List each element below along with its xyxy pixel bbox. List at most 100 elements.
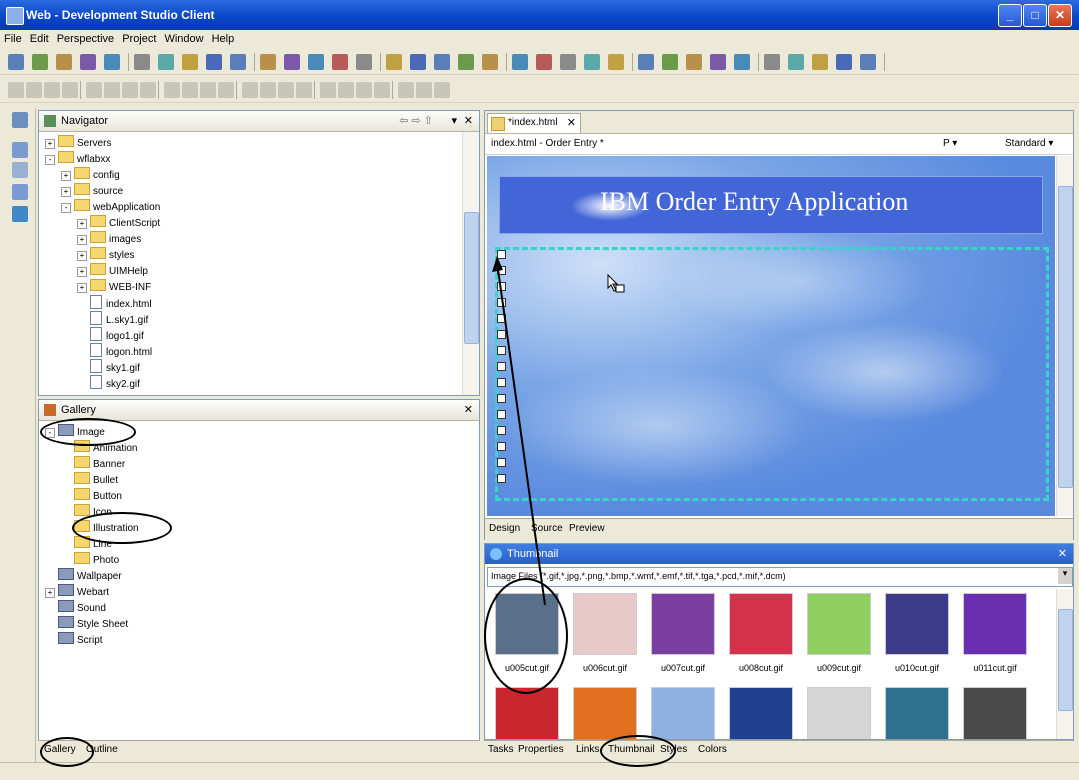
bullet-image[interactable]	[497, 314, 506, 323]
gallery-item[interactable]: - Image	[45, 424, 105, 438]
thumbnail-scrollbar[interactable]	[1056, 589, 1073, 739]
bullet-image[interactable]	[497, 378, 506, 387]
expand-toggle-icon[interactable]: +	[61, 187, 71, 197]
expand-toggle-icon[interactable]: +	[77, 267, 87, 277]
bullet-image[interactable]	[497, 410, 506, 419]
format-button-icon[interactable]	[62, 82, 78, 98]
navigator-scroll-thumb[interactable]	[464, 212, 479, 344]
format-button-icon[interactable]	[398, 82, 414, 98]
format-button-icon[interactable]	[26, 82, 42, 98]
toolbar-button-icon[interactable]	[134, 54, 150, 70]
expand-toggle-icon[interactable]: -	[45, 428, 55, 438]
navigator-item[interactable]: logo1.gif	[77, 327, 144, 342]
toolbar-button-icon[interactable]	[260, 54, 276, 70]
thumbnail-item[interactable]	[881, 687, 953, 739]
format-button-icon[interactable]	[218, 82, 234, 98]
navigator-item[interactable]: sky2.gif	[77, 375, 140, 390]
toolbar-button-icon[interactable]	[32, 54, 48, 70]
format-button-icon[interactable]	[260, 82, 276, 98]
bullet-image[interactable]	[497, 282, 506, 291]
gallery-item[interactable]: Illustration	[61, 520, 139, 534]
close-gallery-icon[interactable]: ✕	[464, 403, 473, 416]
thumbnail-item[interactable]	[959, 687, 1031, 739]
bullet-image[interactable]	[497, 458, 506, 467]
toolbar-button-icon[interactable]	[8, 54, 24, 70]
navigator-item[interactable]: index.html	[77, 295, 152, 310]
back-icon[interactable]: ⇦ ⇨ ⇧	[399, 114, 433, 127]
drop-table[interactable]	[495, 247, 1049, 501]
tab-links[interactable]: Links	[576, 744, 599, 755]
data-icon[interactable]	[12, 162, 28, 178]
file-filter-select[interactable]: Image Files (*.gif,*.jpg,*.png,*.bmp,*.w…	[487, 567, 1073, 587]
chevron-down-icon[interactable]: ▾	[1058, 568, 1072, 584]
toolbar-button-icon[interactable]	[308, 54, 324, 70]
menu-project[interactable]: Project	[118, 30, 160, 45]
format-button-icon[interactable]	[8, 82, 24, 98]
thumbnail-item[interactable]	[491, 687, 563, 739]
thumbnail-item[interactable]: u009cut.gif	[803, 593, 875, 673]
thumbnail-item[interactable]: u006cut.gif	[569, 593, 641, 673]
toolbar-button-icon[interactable]	[284, 54, 300, 70]
editor-scrollbar[interactable]	[1056, 156, 1073, 516]
expand-toggle-icon[interactable]: -	[45, 155, 55, 165]
thumbnail-item[interactable]: u008cut.gif	[725, 593, 797, 673]
format-button-icon[interactable]	[434, 82, 450, 98]
paragraph-format-select[interactable]: P ▾	[943, 138, 957, 149]
tab-index-html[interactable]: *index.html ✕	[487, 113, 581, 133]
format-button-icon[interactable]	[296, 82, 312, 98]
toolbar-button-icon[interactable]	[434, 54, 450, 70]
bullet-image[interactable]	[497, 426, 506, 435]
format-button-icon[interactable]	[86, 82, 102, 98]
expand-toggle-icon[interactable]: +	[77, 283, 87, 293]
tab-preview[interactable]: Preview	[569, 523, 605, 534]
toolbar-button-icon[interactable]	[638, 54, 654, 70]
thumbnail-item[interactable]: u005cut.gif	[491, 593, 563, 673]
gallery-item[interactable]: + Webart	[45, 584, 109, 598]
toolbar-button-icon[interactable]	[662, 54, 678, 70]
perspective-icon[interactable]	[12, 112, 28, 128]
navigator-item[interactable]: sky1.gif	[77, 359, 140, 374]
menu-file[interactable]: File	[0, 30, 26, 45]
format-button-icon[interactable]	[182, 82, 198, 98]
toolbar-button-icon[interactable]	[812, 54, 828, 70]
format-button-icon[interactable]	[374, 82, 390, 98]
toolbar-button-icon[interactable]	[56, 54, 72, 70]
toolbar-button-icon[interactable]	[482, 54, 498, 70]
bullet-image[interactable]	[497, 346, 506, 355]
thumbnail-item[interactable]	[647, 687, 719, 739]
navigator-item[interactable]: + UIMHelp	[77, 263, 148, 277]
thumbnail-item[interactable]	[725, 687, 797, 739]
java-icon[interactable]	[12, 184, 28, 200]
tab-properties[interactable]: Properties	[518, 744, 564, 755]
style-select[interactable]: Standard ▾	[1005, 138, 1053, 149]
gallery-item[interactable]: Animation	[61, 440, 137, 454]
navigator-item[interactable]: + ClientScript	[77, 215, 160, 229]
format-button-icon[interactable]	[338, 82, 354, 98]
toolbar-button-icon[interactable]	[80, 54, 96, 70]
toolbar-button-icon[interactable]	[836, 54, 852, 70]
navigator-item[interactable]: logon.html	[77, 343, 152, 358]
navigator-item[interactable]: - webApplication	[61, 199, 160, 213]
format-button-icon[interactable]	[416, 82, 432, 98]
gallery-item[interactable]: Wallpaper	[45, 568, 122, 582]
toolbar-button-icon[interactable]	[386, 54, 402, 70]
navigator-scrollbar[interactable]	[462, 132, 479, 395]
navigator-item[interactable]: + images	[77, 231, 141, 245]
bullet-image[interactable]	[497, 330, 506, 339]
expand-toggle-icon[interactable]: -	[61, 203, 71, 213]
thumbnail-item[interactable]	[569, 687, 641, 739]
gallery-item[interactable]: Photo	[61, 552, 119, 566]
navigator-item[interactable]: + config	[61, 167, 120, 181]
format-button-icon[interactable]	[356, 82, 372, 98]
navigator-item[interactable]: + WEB-INF	[77, 279, 151, 293]
gallery-item[interactable]: Bullet	[61, 472, 118, 486]
tab-colors[interactable]: Colors	[698, 744, 727, 755]
bullet-image[interactable]	[497, 394, 506, 403]
gallery-item[interactable]: Sound	[45, 600, 106, 614]
format-button-icon[interactable]	[122, 82, 138, 98]
toolbar-button-icon[interactable]	[182, 54, 198, 70]
bullet-image[interactable]	[497, 298, 506, 307]
toolbar-button-icon[interactable]	[788, 54, 804, 70]
expand-toggle-icon[interactable]: +	[45, 139, 55, 149]
gallery-item[interactable]: Script	[45, 632, 103, 646]
